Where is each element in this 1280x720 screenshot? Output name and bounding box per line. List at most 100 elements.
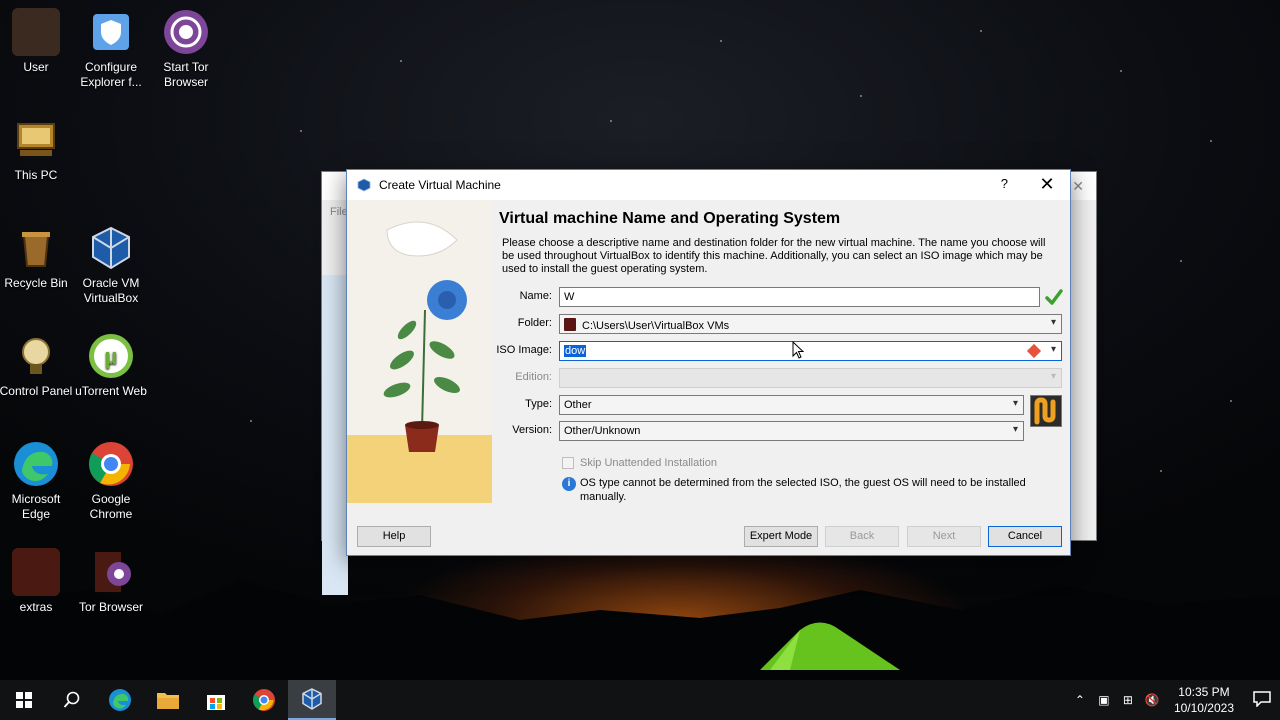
clock-time: 10:35 PM [1178,685,1230,699]
folder-select[interactable]: C:\Users\User\VirtualBox VMs ▾ [559,314,1062,334]
clock[interactable]: 10:35 PM 10/10/2023 [1164,684,1244,716]
desktop-icon-label: Control Panel [0,384,73,398]
desktop-icon-label: Google Chrome [89,492,133,521]
next-button: Next [907,526,981,547]
desktop-icon-label: extras [19,600,53,614]
desktop-icon-oracle-vm-virtualbox[interactable]: Oracle VM VirtualBox [73,224,149,306]
device-icon[interactable]: ▣ [1092,693,1116,707]
desktop-icon-label: Oracle VM VirtualBox [82,276,140,305]
cancel-button[interactable]: Cancel [988,526,1062,547]
version-label: Version: [512,424,552,436]
help-button[interactable]: Help [357,526,431,547]
dialog-title: Create Virtual Machine [379,178,501,192]
extras-folder-icon [12,548,60,596]
desktop-icon-label: uTorrent Web [75,384,147,398]
desktop-icon-extras[interactable]: extras [0,548,74,615]
wizard-illustration [347,200,492,503]
desktop-icon-tor-browser[interactable]: Tor Browser [73,548,149,615]
chevron-down-icon[interactable]: ▾ [1013,424,1018,435]
dialog-button-bar: Help Expert Mode Back Next Cancel [347,515,1070,555]
virtualbox-icon [357,178,371,192]
notifications-icon[interactable] [1244,690,1280,710]
edge-icon [12,440,60,488]
version-select-value: Other/Unknown [564,425,641,437]
dialog-titlebar: Create Virtual Machine ? ✕ [347,170,1070,200]
start-button[interactable] [0,680,48,720]
warning-icon [1026,343,1042,359]
folder-label: Folder: [517,317,552,329]
chevron-down-icon[interactable]: ▾ [1051,317,1056,328]
desktop-icon-label: Start Tor Browser [163,60,209,89]
os-type-icon [1030,395,1062,427]
desktop-icon-recycle-bin[interactable]: Recycle Bin [0,224,74,291]
skip-unattended-row: Skip Unattended Installation [562,457,717,469]
chevron-up-icon[interactable]: ⌃ [1068,693,1092,707]
computer-icon [12,116,60,164]
info-icon: i [562,477,576,491]
taskbar-virtualbox[interactable] [288,680,336,720]
desktop-icon-label: Microsoft Edge [11,492,61,521]
info-message-text: OS type cannot be determined from the se… [580,477,1026,503]
desktop-icon-configure-explorer[interactable]: Configure Explorer f... [73,8,149,90]
wizard-content: Virtual machine Name and Operating Syste… [496,200,1067,503]
skip-unattended-label: Skip Unattended Installation [580,457,717,469]
control-panel-icon [12,332,60,380]
network-icon[interactable]: ⊞ [1116,693,1140,707]
utorrent-icon: µ [87,332,135,380]
store-icon [207,695,225,710]
name-input-value: W [564,291,575,303]
name-row: Name: W [497,287,1067,307]
mouse-cursor-icon [792,341,804,359]
close-icon[interactable]: ✕ [1034,173,1060,197]
taskbar: ⌃ ▣ ⊞ 🔇 10:35 PM 10/10/2023 [0,680,1280,720]
desktop-icon-microsoft-edge[interactable]: Microsoft Edge [0,440,74,522]
recycle-bin-icon [12,224,60,272]
desktop-icon-google-chrome[interactable]: Google Chrome [73,440,149,522]
os-info-message: i OS type cannot be determined from the … [562,476,1032,504]
taskbar-microsoft-store[interactable] [192,680,240,720]
desktop-icon-user[interactable]: User [0,8,74,75]
desktop-icon-label: User [23,60,49,74]
desktop-icon-start-tor-browser[interactable]: Start Tor Browser [148,8,224,90]
edition-row: Edition: ▾ [497,368,1067,388]
chevron-down-icon[interactable]: ▾ [1013,398,1018,409]
desktop-icon-this-pc[interactable]: This PC [0,116,74,183]
folder-icon [157,693,179,709]
virtualbox-icon [302,688,322,710]
desktop-icon-label: Configure Explorer f... [80,60,142,89]
create-vm-dialog: Create Virtual Machine ? ✕ Virtual machi… [346,169,1071,556]
edition-label: Edition: [515,371,552,383]
mountain-silhouette [0,580,1280,680]
type-select-value: Other [564,399,592,411]
taskbar-edge[interactable] [96,680,144,720]
help-question-icon[interactable]: ? [1001,176,1008,191]
skip-unattended-checkbox [562,457,574,469]
desktop-icon-control-panel[interactable]: Control Panel [0,332,74,399]
back-button: Back [825,526,899,547]
type-select[interactable]: Other ▾ [559,395,1024,415]
iso-image-combobox[interactable]: dow ▾ [559,341,1062,361]
chevron-down-icon[interactable]: ▾ [1051,344,1056,355]
taskbar-chrome[interactable] [240,680,288,720]
version-select[interactable]: Other/Unknown ▾ [559,421,1024,441]
search-button[interactable] [48,680,96,720]
desktop-icon-utorrent-web[interactable]: µ uTorrent Web [73,332,149,399]
folder-icon [564,318,576,331]
clock-date: 10/10/2023 [1173,701,1234,715]
folder-row: Folder: C:\Users\User\VirtualBox VMs ▾ [497,314,1067,334]
chevron-down-icon: ▾ [1050,371,1056,382]
desktop-icon-label: Recycle Bin [4,276,68,290]
iso-image-value: dow [564,345,587,357]
manager-close-icon[interactable]: ✕ [1072,178,1084,195]
edition-select: ▾ [559,368,1062,388]
version-row: Version: Other/Unknown ▾ [497,421,1067,441]
system-tray: ⌃ ▣ ⊞ 🔇 10:35 PM 10/10/2023 [1068,680,1280,720]
page-title: Virtual machine Name and Operating Syste… [499,210,841,227]
expert-mode-button[interactable]: Expert Mode [744,526,818,547]
windows-logo-icon [16,692,32,708]
volume-muted-icon[interactable]: 🔇 [1140,693,1164,707]
taskbar-file-explorer[interactable] [144,680,192,720]
iso-image-row: ISO Image: dow ▾ [496,341,1067,361]
valid-check-icon [1045,289,1063,305]
name-input[interactable]: W [559,287,1040,307]
